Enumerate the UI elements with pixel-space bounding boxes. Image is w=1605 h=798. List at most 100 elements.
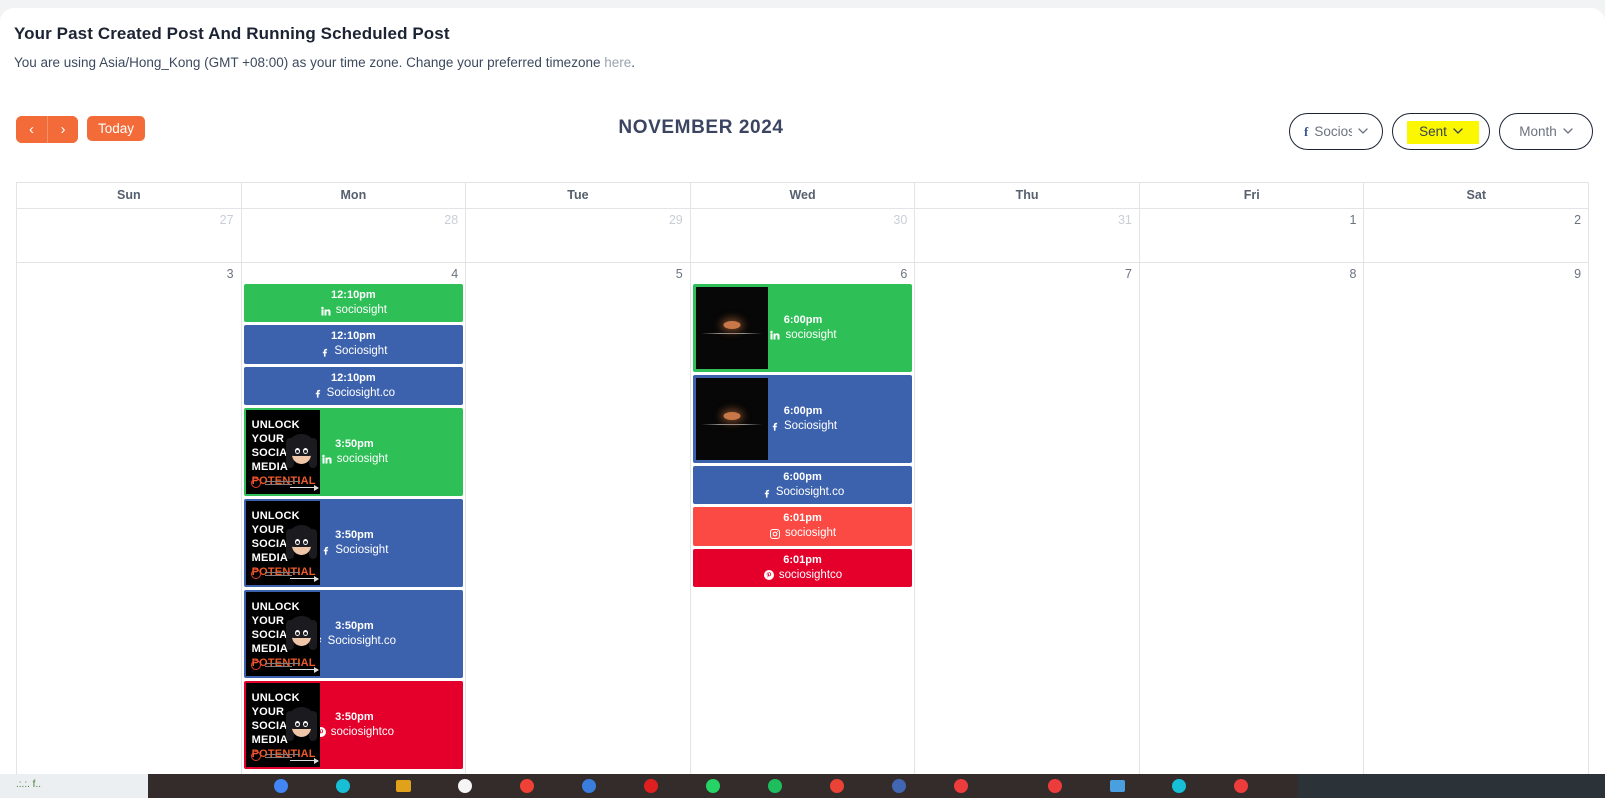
event-thumbnail[interactable] — [695, 287, 768, 369]
day-events: 6:00pm sociosight 6:00pm Sociosight 6:00pm So… — [691, 284, 915, 588]
calendar-event[interactable]: UNLOCK YOUR SOCIAL MEDIA POTENTIAL 3:50pm soci… — [243, 408, 464, 497]
calendar-event[interactable]: UNLOCK YOUR SOCIAL MEDIA POTENTIAL 3:50pm Soci… — [243, 499, 464, 588]
status-filter-dropdown[interactable]: Sent — [1392, 113, 1490, 150]
calendar-event[interactable]: UNLOCK YOUR SOCIAL MEDIA POTENTIAL 3:50pm soci… — [243, 681, 464, 770]
poster-avatar-icon — [285, 434, 317, 469]
event-account-name: sociosight — [785, 328, 837, 341]
day-number: 9 — [1574, 267, 1582, 281]
calendar-day-cell[interactable]: 6 6:00pm sociosight 6:00pm Sociosight 6:00pm S… — [691, 263, 916, 798]
event-account: sociosightco — [695, 568, 911, 584]
event-time: 12:10pm — [331, 330, 376, 343]
calendar-day-cell[interactable]: 8 — [1140, 263, 1365, 798]
poster-arrow-icon — [289, 484, 319, 491]
taskbar-app-icon[interactable] — [1048, 779, 1062, 793]
event-account: Sociosight — [246, 344, 462, 360]
instagram-icon — [769, 528, 781, 540]
event-account-name: Sociosight.co — [327, 634, 397, 647]
day-number: 4 — [451, 267, 459, 281]
day-header-sat: Sat — [1466, 188, 1486, 202]
post-thumbnail-poster: UNLOCK YOUR SOCIAL MEDIA POTENTIAL — [245, 683, 320, 768]
event-time: 6:00pm — [783, 471, 822, 483]
taskbar-app-icon[interactable] — [1172, 779, 1186, 793]
os-taskbar: .:.:. f.. — [0, 774, 1605, 798]
calendar-day-cell[interactable]: 27 — [17, 209, 242, 262]
calendar-event[interactable]: 6:00pm Sociosight.co — [692, 466, 913, 505]
filter-dropdowns: f Sociosi Sent Month — [1289, 113, 1593, 150]
event-account: sociosightco — [315, 725, 394, 741]
taskbar-app-icon[interactable] — [336, 779, 350, 793]
taskbar-app-icon[interactable] — [706, 779, 720, 793]
calendar-day-cell[interactable]: 30 — [691, 209, 916, 262]
day-number: 5 — [675, 267, 683, 281]
taskbar-app-icon[interactable] — [274, 779, 288, 793]
calendar-day-cell[interactable]: 5 — [466, 263, 691, 798]
calendar-day-cell[interactable]: 1 — [1140, 209, 1365, 262]
calendar-day-cell[interactable]: 28 — [242, 209, 467, 262]
facebook-icon — [761, 487, 772, 499]
taskbar-app-icon[interactable] — [892, 779, 906, 793]
event-body: 12:10pm Sociosight — [244, 325, 464, 363]
event-account: sociosight — [246, 303, 462, 319]
taskbar-app-icon[interactable] — [520, 779, 534, 793]
event-time: 6:00pm — [783, 313, 823, 326]
account-filter-dropdown[interactable]: f Sociosi — [1289, 113, 1383, 150]
post-thumbnail-poster: UNLOCK YOUR SOCIAL MEDIA POTENTIAL — [245, 592, 320, 677]
calendar-event[interactable]: 12:10pm Sociosight.co — [243, 366, 464, 406]
event-thumbnail[interactable] — [695, 378, 768, 460]
taskbar-app-icon[interactable] — [1110, 780, 1125, 792]
post-thumbnail-photo — [695, 287, 768, 369]
taskbar-app-icon[interactable] — [1234, 779, 1248, 793]
taskbar-app-icon[interactable] — [830, 779, 844, 793]
event-account-name: sociosightco — [778, 568, 843, 581]
calendar-event[interactable]: 12:10pm Sociosight — [243, 325, 464, 364]
event-body: 12:10pm Sociosight.co — [244, 367, 464, 405]
event-account-name: Sociosight — [784, 419, 838, 432]
calendar-event[interactable]: 6:01pm sociosightco — [692, 548, 913, 588]
calendar-event[interactable]: 12:10pm sociosight — [243, 284, 464, 323]
linkedin-icon — [321, 453, 333, 465]
day-number: 7 — [1124, 267, 1132, 281]
day-number: 31 — [1117, 213, 1132, 227]
taskbar-app-icon[interactable] — [458, 779, 472, 793]
event-account: sociosight — [695, 526, 911, 542]
calendar-event[interactable]: 6:00pm sociosight — [692, 284, 913, 372]
calendar-day-cell[interactable]: 9 — [1364, 263, 1588, 798]
event-thumbnail[interactable]: UNLOCK YOUR SOCIAL MEDIA POTENTIAL — [245, 501, 320, 586]
day-events: 12:10pm sociosight 12:10pm Sociosight 12:10p… — [242, 284, 466, 770]
poster-avatar-icon — [285, 616, 317, 651]
timezone-change-link[interactable]: here — [604, 55, 631, 70]
calendar-event[interactable]: 6:01pm sociosight — [692, 507, 913, 546]
calendar-event[interactable]: 6:00pm Sociosight — [692, 375, 913, 463]
poster-arrow-icon — [289, 666, 319, 673]
calendar-day-cell[interactable]: 4 12:10pm sociosight 12:10pm Sociosight 12:10… — [242, 263, 467, 798]
facebook-icon — [319, 346, 330, 358]
poster-line-1: UNLOCK — [251, 510, 300, 523]
calendar-day-cell[interactable]: 31 — [915, 209, 1140, 262]
taskbar-app-icon[interactable] — [644, 779, 658, 793]
calendar-day-cell[interactable]: 7 — [915, 263, 1140, 798]
event-account-name: sociosight — [784, 527, 837, 540]
chevron-down-icon — [1563, 126, 1573, 138]
event-thumbnail[interactable]: UNLOCK YOUR SOCIAL MEDIA POTENTIAL — [245, 592, 320, 677]
calendar-day-cell[interactable]: 3 — [17, 263, 242, 798]
status-filter-label: Sent — [1419, 124, 1447, 139]
taskbar-app-icon[interactable] — [954, 779, 968, 793]
calendar-event[interactable]: UNLOCK YOUR SOCIAL MEDIA POTENTIAL 3:50pm Soci… — [243, 590, 464, 679]
taskbar-app-icon[interactable] — [768, 779, 782, 793]
view-filter-dropdown[interactable]: Month — [1499, 113, 1593, 150]
day-number: 6 — [900, 267, 908, 281]
facebook-icon — [320, 544, 331, 556]
day-number: 27 — [219, 213, 234, 227]
event-time: 6:01pm — [783, 553, 822, 566]
event-account-name: sociosightco — [330, 725, 395, 738]
chevron-down-icon — [1358, 126, 1368, 138]
taskbar-app-icon[interactable] — [396, 780, 411, 792]
event-thumbnail[interactable]: UNLOCK YOUR SOCIAL MEDIA POTENTIAL — [245, 410, 320, 495]
event-thumbnail[interactable]: UNLOCK YOUR SOCIAL MEDIA POTENTIAL — [245, 683, 320, 768]
taskbar-app-icon[interactable] — [582, 779, 596, 793]
timezone-note-text: You are using Asia/Hong_Kong (GMT +08:00… — [14, 55, 605, 70]
calendar-day-cell[interactable]: 2 — [1364, 209, 1588, 262]
chevron-down-icon — [1453, 126, 1463, 138]
calendar-day-cell[interactable]: 29 — [466, 209, 691, 262]
day-number: 29 — [668, 213, 683, 227]
